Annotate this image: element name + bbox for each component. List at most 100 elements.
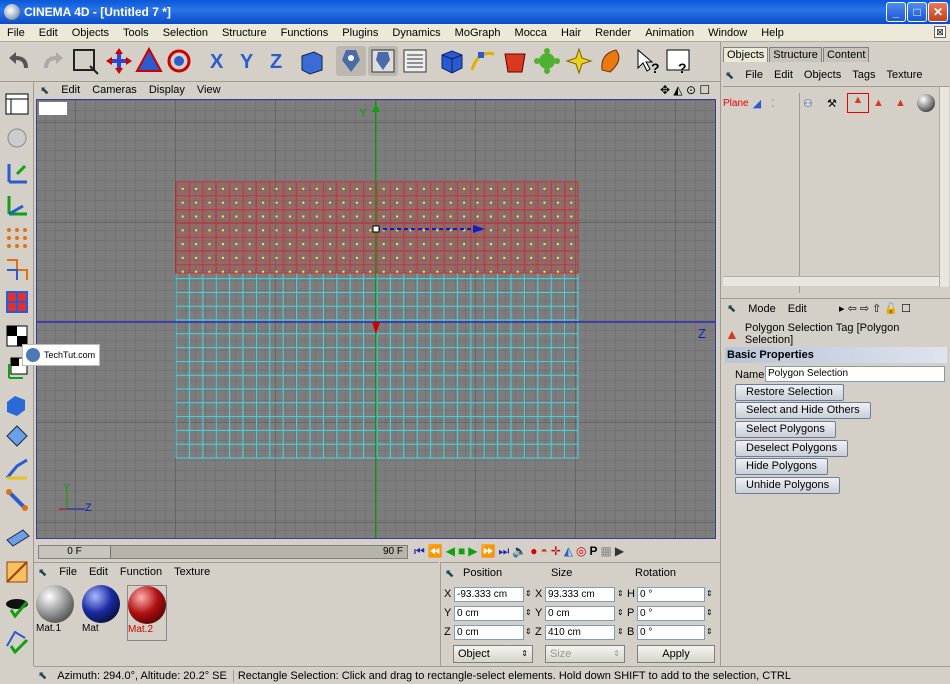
material-swatch-selected[interactable]: Mat.2 — [127, 585, 167, 641]
position-x-field[interactable]: -93.333 cm — [454, 587, 524, 602]
rotation-b-field[interactable]: 0 ° — [637, 625, 705, 640]
z-axis-lock-icon[interactable]: Z — [264, 46, 294, 76]
objects-menu-texture[interactable]: Texture — [886, 69, 922, 82]
coordinates-pin-icon[interactable]: ⬉ — [445, 567, 454, 580]
menu-plugins[interactable]: Plugins — [335, 27, 385, 39]
name-field[interactable]: Polygon Selection — [765, 366, 945, 382]
polygons-mode-icon[interactable] — [3, 288, 31, 316]
menu-file[interactable]: File — [0, 27, 32, 39]
spline-pen-icon[interactable] — [468, 46, 498, 76]
material-menu-file[interactable]: File — [59, 566, 77, 579]
workplane-icon[interactable] — [3, 592, 31, 620]
edges-mode-icon[interactable] — [3, 256, 31, 284]
menu-help[interactable]: Help — [754, 27, 791, 39]
help-pointer-icon[interactable]: ? — [634, 46, 664, 76]
spinner-icon[interactable]: ⇕ — [706, 608, 713, 617]
y-axis-lock-icon[interactable]: Y — [234, 46, 264, 76]
go-to-start-icon[interactable]: ⏮ — [414, 544, 425, 559]
object-row-plane[interactable]: Plane ◢ ⁚ ⚇ ⚒ ▲ ▲ ▲ — [723, 93, 947, 293]
selection-center-handle[interactable] — [372, 225, 380, 233]
objects-menu-edit[interactable]: Edit — [774, 69, 793, 82]
object-tool-icon[interactable] — [3, 390, 31, 418]
deselect-polygons-button[interactable]: Deselect Polygons — [735, 440, 849, 457]
go-to-end-icon[interactable]: ⏭ — [498, 544, 509, 559]
help-dialog-icon[interactable]: ? — [664, 46, 694, 76]
next-key-icon[interactable]: ⏩ — [480, 544, 495, 559]
material-menu-function[interactable]: Function — [120, 566, 162, 579]
rectangle-selection-icon[interactable] — [70, 46, 100, 76]
attributes-pin-icon[interactable]: ⬉ — [727, 302, 736, 315]
viewport-menu-cameras[interactable]: Cameras — [86, 84, 143, 96]
move-icon[interactable] — [104, 46, 134, 76]
timeline-menu-icon[interactable]: ▶ — [615, 544, 624, 559]
rotation-h-field[interactable]: 0 ° — [637, 587, 705, 602]
render-picture-viewer-icon[interactable] — [368, 46, 398, 76]
object-axis-icon[interactable] — [3, 160, 31, 188]
menu-selection[interactable]: Selection — [156, 27, 215, 39]
object-list-hscroll[interactable] — [723, 276, 939, 286]
inverse-kinematics-icon[interactable] — [3, 454, 31, 482]
material-swatch[interactable]: Mat.1 — [36, 585, 76, 641]
spinner-icon[interactable]: ⇕ — [617, 627, 624, 636]
texture-tag-icon[interactable]: ⚒ — [827, 97, 837, 110]
coordinate-mode-select[interactable]: Object ⇕ — [453, 645, 533, 663]
material-tag-icon[interactable] — [917, 94, 935, 112]
close-button[interactable]: ✕ — [928, 2, 948, 22]
menu-render[interactable]: Render — [588, 27, 638, 39]
menu-structure[interactable]: Structure — [215, 27, 274, 39]
attributes-nav-icons[interactable]: ▸ ⇦ ⇨ ⇧ 🔓 ☐ — [839, 302, 911, 315]
keyframe-selection-icon[interactable]: ✛ — [551, 544, 561, 559]
enable-axis-icon[interactable] — [3, 526, 31, 554]
objects-pin-icon[interactable]: ⬉ — [725, 69, 734, 82]
spinner-icon[interactable]: ⇕ — [706, 589, 713, 598]
objects-menu-file[interactable]: File — [745, 69, 763, 82]
rotate-icon[interactable] — [164, 46, 194, 76]
menu-tools[interactable]: Tools — [116, 27, 156, 39]
animation-tool-icon[interactable] — [3, 422, 31, 450]
size-mode-select[interactable]: Size ⇕ — [545, 645, 625, 663]
attributes-menu-mode[interactable]: Mode — [748, 303, 776, 315]
attributes-menu-edit[interactable]: Edit — [788, 303, 807, 315]
render-settings-icon[interactable] — [400, 46, 430, 76]
viewport-canvas[interactable] — [37, 100, 716, 539]
scene-icon[interactable] — [596, 46, 626, 76]
coordinate-system-icon[interactable] — [296, 46, 326, 76]
restore-selection-button[interactable]: Restore Selection — [735, 384, 844, 401]
size-x-field[interactable]: 93.333 cm — [545, 587, 615, 602]
rotation-p-field[interactable]: 0 ° — [637, 606, 705, 621]
viewport-menu-view[interactable]: View — [191, 84, 227, 96]
apply-button[interactable]: Apply — [637, 645, 715, 663]
menu-mograph[interactable]: MoGraph — [448, 27, 508, 39]
position-y-field[interactable]: 0 cm — [454, 606, 524, 621]
viewport-navigation-icons[interactable]: ✥ ◭ ⊙ ☐ — [654, 83, 716, 97]
point-level-icon[interactable]: ▦ — [601, 544, 612, 559]
object-list[interactable]: Plane ◢ ⁚ ⚇ ⚒ ▲ ▲ ▲ — [723, 86, 949, 293]
bones-icon[interactable] — [3, 486, 31, 514]
menu-animation[interactable]: Animation — [638, 27, 701, 39]
previous-key-icon[interactable]: ⏪ — [428, 544, 443, 559]
viewport-pin-icon[interactable]: ⬉ — [34, 84, 55, 97]
menu-edit[interactable]: Edit — [32, 27, 65, 39]
undo-icon[interactable] — [6, 46, 36, 76]
phong-tag-icon[interactable]: ⚇ — [803, 97, 813, 110]
points-mode-icon[interactable] — [3, 224, 31, 252]
position-z-field[interactable]: 0 cm — [454, 625, 524, 640]
menu-functions[interactable]: Functions — [274, 27, 336, 39]
material-menu-texture[interactable]: Texture — [174, 566, 210, 579]
object-name[interactable]: Plane — [723, 98, 749, 109]
objects-menu-tags[interactable]: Tags — [852, 69, 875, 82]
record-icon[interactable]: ● — [530, 544, 537, 559]
minimize-button[interactable]: _ — [886, 2, 906, 22]
menu-objects[interactable]: Objects — [65, 27, 116, 39]
redo-icon[interactable] — [36, 46, 66, 76]
visibility-dots-icon[interactable]: ⁚ — [771, 97, 775, 110]
sound-icon[interactable]: 🔈 — [512, 544, 527, 559]
tab-objects[interactable]: Objects — [723, 47, 769, 62]
viewport-menu-display[interactable]: Display — [143, 84, 191, 96]
x-axis-lock-icon[interactable]: X — [204, 46, 234, 76]
lock-workplane-icon[interactable] — [3, 626, 31, 655]
size-y-field[interactable]: 0 cm — [545, 606, 615, 621]
object-list-vscroll[interactable] — [939, 87, 949, 287]
maximize-button[interactable]: □ — [907, 2, 927, 22]
model-tool-icon[interactable] — [3, 124, 31, 152]
